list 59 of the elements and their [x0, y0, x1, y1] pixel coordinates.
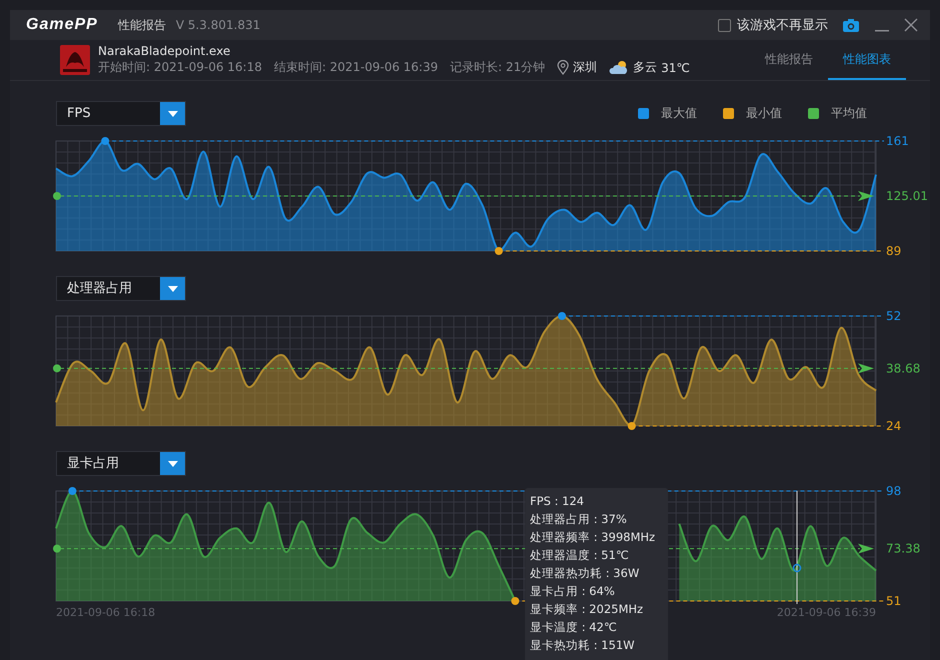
- tab[interactable]: 性能报告: [750, 40, 828, 80]
- tooltip-line: 显卡占用 : 64%: [530, 583, 616, 600]
- location-pin-icon: [557, 60, 570, 75]
- tooltip-line: 处理器温度 : 51℃: [530, 547, 630, 564]
- average-value: 73.38: [886, 542, 920, 556]
- average-start-dot: [53, 192, 61, 200]
- max-value: 98: [886, 486, 902, 498]
- min-marker: [511, 597, 520, 605]
- legend-label: 最小值: [746, 105, 782, 122]
- tooltip-line: 处理器占用 : 37%: [530, 511, 628, 528]
- tooltip-line: 处理器热功耗 : 36W: [530, 565, 640, 582]
- window-title: 性能报告: [118, 16, 166, 34]
- game-exe-name: NarakaBladepoint.exe: [98, 44, 232, 58]
- legend-label: 平均值: [831, 105, 867, 122]
- camera-icon[interactable]: [842, 18, 860, 32]
- metric-dropdown[interactable]: 显卡占用: [56, 451, 186, 476]
- metric-dropdown[interactable]: 处理器占用: [56, 276, 186, 301]
- weather: 多云: [633, 59, 658, 76]
- caret-icon: [168, 460, 178, 466]
- average-value: 38.68: [886, 361, 920, 376]
- min-marker: [628, 422, 636, 430]
- app-logo: GamePP: [26, 16, 98, 34]
- arrow-head-icon: [858, 190, 874, 201]
- hide-game-checkbox[interactable]: 该游戏不再显示: [718, 16, 828, 34]
- arrow-head-icon: [858, 363, 874, 374]
- tooltip-line: 显卡温度 : 42℃: [530, 619, 618, 636]
- end-time: 结束时间: 2021-09-06 16:39: [274, 59, 438, 76]
- min-value: 89: [886, 244, 902, 256]
- average-start-dot: [53, 544, 61, 553]
- caret-icon: [168, 110, 178, 116]
- axis-label: 2021-09-06 16:39: [776, 606, 876, 619]
- tooltip-line: 处理器频率 : 3998MHz: [530, 529, 656, 546]
- average-start-dot: [53, 364, 61, 372]
- min-value: 51: [886, 594, 902, 606]
- game-icon: [60, 45, 90, 75]
- max-value: 161: [886, 136, 909, 148]
- tooltip-line: 显卡频率 : 2025MHz: [530, 601, 644, 618]
- min-marker: [494, 247, 503, 255]
- metric-dropdown[interactable]: FPS: [56, 101, 186, 126]
- arrow-head-icon: [858, 544, 874, 554]
- tooltip-line: 显卡热功耗 : 151W: [530, 637, 636, 654]
- average-value: 125.01: [886, 188, 928, 203]
- min-value: 24: [886, 419, 902, 431]
- record-duration: 记录时长: 21分钟: [450, 59, 546, 76]
- cloud-sun-icon: [609, 60, 630, 75]
- location: 深圳: [573, 59, 598, 76]
- caret-icon: [168, 286, 178, 292]
- max-value: 52: [886, 311, 902, 323]
- temperature: 31℃: [661, 60, 690, 74]
- tab[interactable]: 性能图表: [828, 40, 906, 80]
- tooltip-line: FPS : 124: [530, 493, 585, 510]
- legend-label: 最大值: [661, 105, 697, 122]
- max-marker: [68, 487, 76, 495]
- close-icon[interactable]: [904, 18, 918, 32]
- start-time: 开始时间: 2021-09-06 16:18: [98, 59, 262, 76]
- max-marker: [558, 312, 566, 320]
- max-marker: [101, 137, 110, 145]
- axis-label: 2021-09-06 16:18: [56, 606, 156, 619]
- version-label: V 5.3.801.831: [176, 18, 260, 32]
